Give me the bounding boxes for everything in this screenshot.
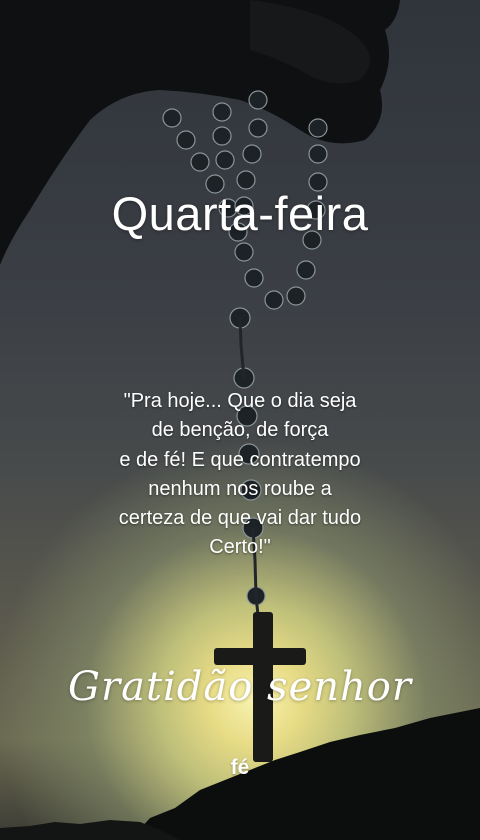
signature-script: Gratidão senhor [68,664,412,710]
quote-line: certeza de que vai dar tudo [118,507,362,530]
weekday-title: Quarta-feira [111,187,369,240]
daily-quote: "Pra hoje... Que o dia seja de benção, d… [60,387,420,563]
quote-line: de benção, de força [151,419,329,442]
quote-line: Certo!" [209,536,271,559]
quote-line: e de fé! E que contratempo [119,448,361,471]
brand-label: fé [230,756,250,779]
quote-line: nenhum nos roube a [148,477,332,500]
story-canvas: Quarta-feira "Pra hoje... Que o dia seja… [0,0,480,840]
quote-line: "Pra hoje... Que o dia seja [123,390,357,412]
